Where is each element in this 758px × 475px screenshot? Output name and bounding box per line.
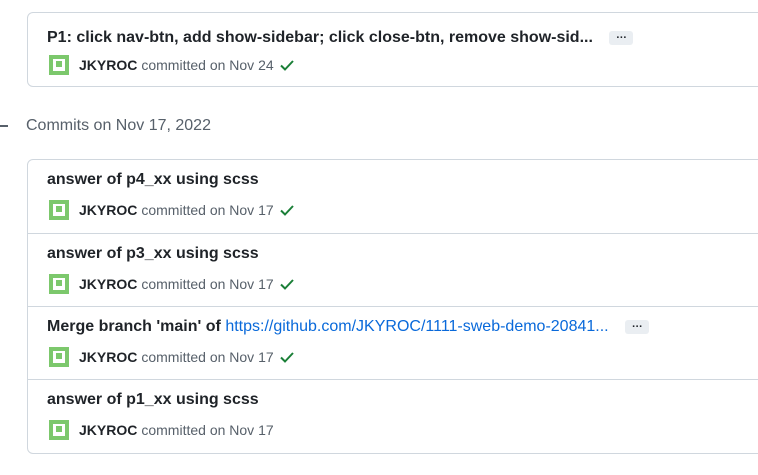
commit-message-text[interactable]: Merge branch 'main' of <box>47 318 225 335</box>
commit-meta: JKYROC committed on Nov 24 <box>47 55 295 75</box>
commit-list-top: P1: click nav-btn, add show-sidebar; cli… <box>27 12 758 87</box>
avatar-icon[interactable] <box>47 200 71 220</box>
commit-message[interactable]: answer of p4_xx using scss <box>47 170 259 190</box>
commit-date: committed on Nov 17 <box>141 422 274 438</box>
check-icon[interactable] <box>279 349 295 365</box>
commit-author[interactable]: JKYROC <box>79 422 137 438</box>
commit-group-title: Commits on Nov 17, 2022 <box>26 117 211 134</box>
expand-message-button[interactable]: … <box>609 29 634 45</box>
commit-row: P1: click nav-btn, add show-sidebar; cli… <box>28 13 758 86</box>
commit-message-text[interactable]: answer of p4_xx using scss <box>47 171 259 188</box>
check-icon[interactable] <box>279 202 295 218</box>
commit-list: answer of p4_xx using scss JKYROC commit… <box>27 159 758 454</box>
commit-message-text[interactable]: P1: click nav-btn, add show-sidebar; cli… <box>47 29 593 46</box>
timeline-marker <box>0 125 8 127</box>
commit-row: answer of p4_xx using scss JKYROC commit… <box>28 160 758 233</box>
commit-author[interactable]: JKYROC <box>79 202 137 218</box>
commit-date: committed on Nov 17 <box>141 202 274 218</box>
commit-meta: JKYROC committed on Nov 17 <box>47 274 295 294</box>
check-icon[interactable] <box>279 276 295 292</box>
commit-message-link[interactable]: https://github.com/JKYROC/1111-sweb-demo… <box>225 318 608 335</box>
commit-meta: JKYROC committed on Nov 17 <box>47 200 295 220</box>
expand-message-button[interactable]: … <box>625 318 650 334</box>
commit-meta: JKYROC committed on Nov 17 <box>47 420 274 440</box>
commit-message[interactable]: answer of p1_xx using scss <box>47 390 259 410</box>
avatar-icon[interactable] <box>47 347 71 367</box>
avatar-icon[interactable] <box>47 420 71 440</box>
commit-date: committed on Nov 24 <box>141 57 274 73</box>
commit-date: committed on Nov 17 <box>141 349 274 365</box>
commit-message[interactable]: Merge branch 'main' of https://github.co… <box>47 317 650 337</box>
check-icon[interactable] <box>279 57 295 73</box>
commit-message-text[interactable]: answer of p3_xx using scss <box>47 245 259 262</box>
commit-date: committed on Nov 17 <box>141 276 274 292</box>
commit-row: Merge branch 'main' of https://github.co… <box>28 306 758 379</box>
commit-row: answer of p3_xx using scss JKYROC commit… <box>28 233 758 306</box>
commit-message-text[interactable]: answer of p1_xx using scss <box>47 391 259 408</box>
commit-group-header: Commits on Nov 17, 2022 <box>0 115 211 137</box>
commit-message[interactable]: P1: click nav-btn, add show-sidebar; cli… <box>47 28 634 48</box>
commit-author[interactable]: JKYROC <box>79 276 137 292</box>
commit-author[interactable]: JKYROC <box>79 57 137 73</box>
commit-row: answer of p1_xx using scss JKYROC commit… <box>28 379 758 452</box>
avatar-icon[interactable] <box>47 55 71 75</box>
commit-message[interactable]: answer of p3_xx using scss <box>47 244 259 264</box>
avatar-icon[interactable] <box>47 274 71 294</box>
commit-meta: JKYROC committed on Nov 17 <box>47 347 295 367</box>
commit-author[interactable]: JKYROC <box>79 349 137 365</box>
